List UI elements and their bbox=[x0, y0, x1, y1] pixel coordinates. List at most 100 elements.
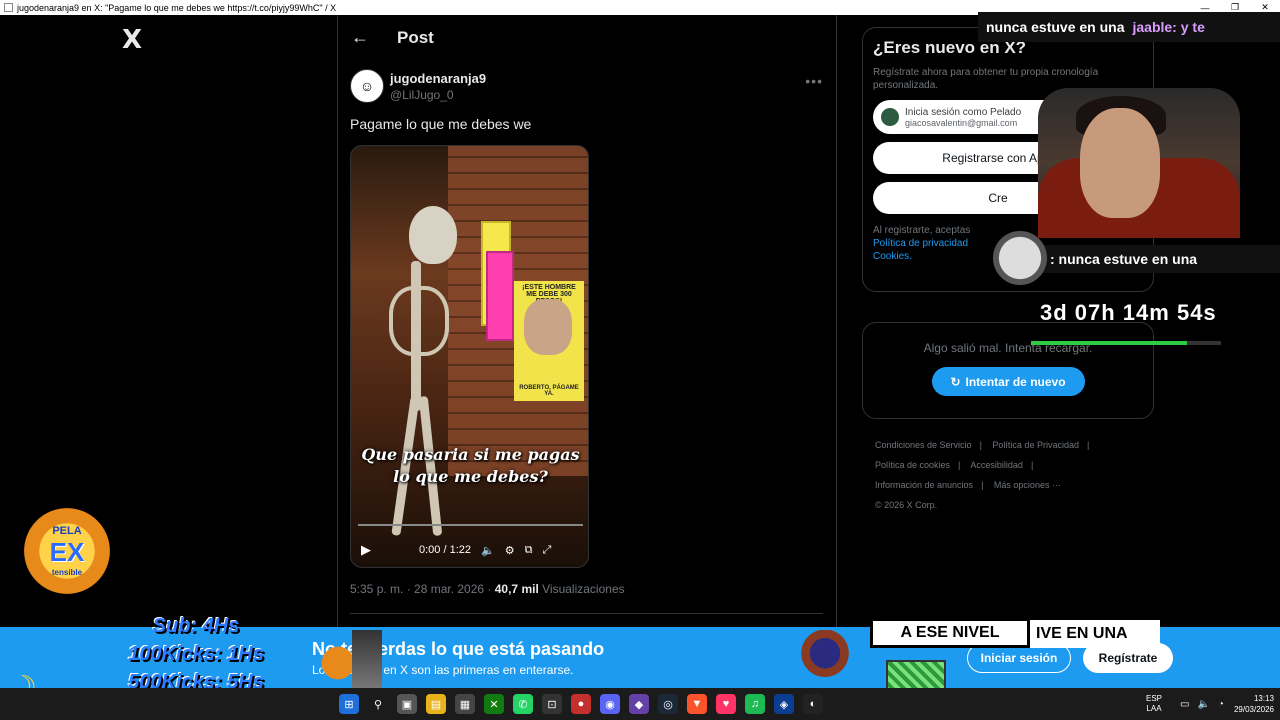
brave-icon[interactable]: ▼ bbox=[687, 694, 707, 714]
spotify-icon[interactable]: ♫ bbox=[745, 694, 765, 714]
cookies-link[interactable]: Cookies. bbox=[873, 251, 912, 262]
settings-icon[interactable]: ⚙ bbox=[505, 544, 515, 557]
chat-message: nunca estuve en una bbox=[986, 19, 1125, 35]
app-icon[interactable]: ◆ bbox=[629, 694, 649, 714]
page-favicon-icon bbox=[4, 3, 13, 12]
privacy-policy-link[interactable]: Política de privacidad bbox=[873, 238, 968, 249]
language-indicator[interactable]: ESP LAA bbox=[1146, 694, 1162, 714]
error-card: Algo salió mal. Intenta recargar. ↻ Inte… bbox=[862, 322, 1154, 419]
avatar[interactable]: ☺ bbox=[350, 69, 384, 103]
stream-chat-mid: : nunca estuve en una bbox=[1040, 245, 1280, 273]
play-icon[interactable]: ▶ bbox=[361, 542, 371, 558]
tweet-author: ☺ jugodenaranja9 @LilJugo_0 ••• bbox=[350, 69, 823, 103]
countdown-timer: 3d 07h 14m 54s bbox=[1040, 300, 1217, 325]
character-sprite bbox=[352, 630, 382, 688]
post-header: ← Post bbox=[337, 15, 836, 60]
chat-user: jaable: y te bbox=[1132, 19, 1205, 35]
retry-label: Intentar de nuevo bbox=[965, 374, 1066, 389]
video-progress-bar[interactable] bbox=[358, 524, 583, 526]
footer-links: Condiciones de Servicio | Política de Pri… bbox=[875, 440, 1090, 510]
goku-sprite bbox=[800, 630, 850, 688]
keyboard-layout: LAA bbox=[1146, 704, 1162, 713]
poster-caption: ROBERTO, PÁGAME YA. bbox=[519, 385, 579, 397]
views-label: Visualizaciones bbox=[542, 582, 625, 596]
author-handle[interactable]: @LilJugo_0 bbox=[390, 88, 486, 102]
footer-link[interactable]: Accesibilidad bbox=[970, 460, 1023, 470]
volume-icon[interactable]: 🔈 bbox=[1197, 699, 1209, 710]
search-icon[interactable]: ⚲ bbox=[368, 694, 388, 714]
chat-message: : nunca estuve en una bbox=[1050, 251, 1198, 267]
x-logo-icon[interactable]: X bbox=[122, 25, 150, 55]
task-view-icon[interactable]: ▣ bbox=[397, 694, 417, 714]
xbox-icon[interactable]: ✕ bbox=[484, 694, 504, 714]
windows-taskbar: ⊞ ⚲ ▣ ▤ ▦ ✕ ✆ ⊡ ● ◉ ◆ ◎ ▼ ♥ ♫ ◈ ◐ ESP LA… bbox=[0, 688, 1280, 720]
google-signin-label: Inicia sesión como Pelado bbox=[905, 106, 1022, 118]
refresh-icon: ↻ bbox=[950, 374, 961, 389]
badge-text: tensible bbox=[51, 568, 83, 577]
start-icon[interactable]: ⊞ bbox=[339, 694, 359, 714]
app-icon[interactable]: ● bbox=[571, 694, 591, 714]
app-icon[interactable]: ⊡ bbox=[542, 694, 562, 714]
sub-goals: Sub: 4Hs 100Kicks: 1Hs 500Kicks: 5Hs bbox=[96, 612, 296, 696]
clock-time: 13:13 bbox=[1253, 694, 1274, 703]
terms-prefix: Al registrarte, aceptas bbox=[873, 225, 971, 236]
badge-text: PELA bbox=[52, 525, 82, 537]
pip-icon[interactable]: ⧉ bbox=[525, 544, 533, 557]
app-icon[interactable]: ▦ bbox=[455, 694, 475, 714]
copyright: © 2026 X Corp. bbox=[875, 500, 938, 510]
language-code: ESP bbox=[1145, 694, 1162, 703]
goal-item: 100Kicks: 1Hs bbox=[128, 643, 264, 665]
anime-character-sprite bbox=[985, 226, 1055, 306]
poster-face bbox=[524, 299, 572, 355]
volume-icon[interactable]: 🔈 bbox=[481, 544, 495, 557]
timestamp-text[interactable]: 5:35 p. m. · 28 mar. 2026 · bbox=[350, 582, 491, 596]
footer-link[interactable]: Política de cookies bbox=[875, 460, 950, 470]
countdown-progress-bar bbox=[1031, 341, 1221, 345]
author-name[interactable]: jugodenaranja9 bbox=[390, 71, 486, 86]
app-icon[interactable]: ♥ bbox=[716, 694, 736, 714]
video-caption: Que pasaria si me pagas lo que me debes? bbox=[361, 445, 580, 486]
chat-overlay: IVE EN UNA bbox=[1030, 620, 1160, 648]
file-explorer-icon[interactable]: ▤ bbox=[426, 694, 446, 714]
fullscreen-icon[interactable]: ⤢ bbox=[542, 544, 551, 557]
footer-link[interactable]: Más opciones ··· bbox=[994, 480, 1061, 490]
views-count: 40,7 mil bbox=[494, 582, 539, 596]
network-icon[interactable]: ▭ bbox=[1180, 699, 1189, 710]
tweet-text: Pagame lo que me debes we bbox=[350, 116, 532, 132]
stream-chat-top: nunca estuve en una jaable: y te bbox=[978, 12, 1280, 42]
footer-link[interactable]: Política de Privacidad bbox=[992, 440, 1079, 450]
stream-logo-badge: PELA EX tensible bbox=[24, 508, 110, 594]
retry-button[interactable]: ↻ Intentar de nuevo bbox=[931, 367, 1085, 396]
page-title: Post bbox=[397, 27, 434, 47]
ese-nivel-overlay: A ESE NIVEL bbox=[870, 618, 1030, 648]
footer-link[interactable]: Información de anuncios bbox=[875, 480, 973, 490]
main-column: ← Post ☺ jugodenaranja9 @LilJugo_0 ••• P… bbox=[337, 15, 836, 627]
notification-icon[interactable]: ◔ bbox=[1218, 699, 1224, 710]
whatsapp-icon[interactable]: ✆ bbox=[513, 694, 533, 714]
tweet-timestamp: 5:35 p. m. · 28 mar. 2026 · 40,7 mil Vis… bbox=[350, 582, 625, 596]
goal-item: Sub: 4Hs bbox=[152, 615, 240, 637]
video-controls: ▶ 0:00 / 1:22 🔈 ⚙ ⧉ ⤢ bbox=[351, 536, 588, 564]
google-account-avatar bbox=[881, 108, 899, 126]
tweet-video[interactable]: ¡ESTE HOMBRE ME DEBE 300 PESOS! ROBERTO,… bbox=[350, 145, 589, 568]
badge-text: EX bbox=[49, 537, 85, 567]
divider bbox=[350, 613, 823, 614]
system-tray: ESP LAA ▭ 🔈 ◔ 13:13 29/03/2026 bbox=[1146, 688, 1274, 720]
app-icon[interactable]: ◈ bbox=[774, 694, 794, 714]
create-account-label: Cre bbox=[988, 191, 1008, 205]
webcam-feed bbox=[1038, 88, 1240, 238]
arrow-left-icon[interactable]: ← bbox=[351, 27, 369, 48]
wanted-poster: ¡ESTE HOMBRE ME DEBE 300 PESOS! ROBERTO,… bbox=[514, 281, 584, 401]
clock-date: 29/03/2026 bbox=[1233, 705, 1274, 714]
footer-link[interactable]: Condiciones de Servicio bbox=[875, 440, 972, 450]
clock[interactable]: 13:13 29/03/2026 bbox=[1234, 693, 1274, 715]
app-icon[interactable]: ◐ bbox=[803, 694, 823, 714]
more-options-icon[interactable]: ••• bbox=[805, 73, 823, 89]
video-time: 0:00 / 1:22 bbox=[419, 544, 471, 556]
window-title: jugodenaranja9 en X: "Pagame lo que me d… bbox=[17, 2, 337, 13]
column-divider bbox=[836, 15, 837, 627]
steam-icon[interactable]: ◎ bbox=[658, 694, 678, 714]
discord-icon[interactable]: ◉ bbox=[600, 694, 620, 714]
google-email: giacosavalentin@gmail.com bbox=[905, 117, 1018, 128]
poster bbox=[486, 251, 514, 341]
